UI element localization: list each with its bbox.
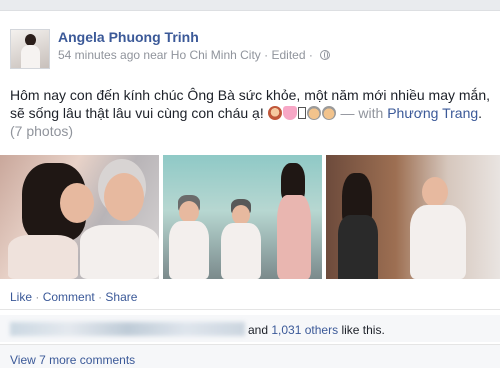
with-suffix: . — [478, 105, 483, 121]
likes-summary: and 1,031 others like this. — [248, 323, 385, 337]
like-button[interactable]: Like — [10, 290, 32, 304]
share-button[interactable]: Share — [105, 290, 137, 304]
photo-2-man-face — [179, 201, 199, 223]
photo-grid — [0, 155, 500, 279]
post-card: Angela Phuong Trinh 54 minutes ago near … — [0, 10, 500, 368]
location[interactable]: Ho Chi Minh City — [171, 48, 261, 62]
with-prefix: — with — [340, 105, 384, 121]
photo-1-woman-face — [60, 183, 94, 223]
old-man-emoji-icon — [321, 106, 336, 120]
avatar-body — [21, 45, 40, 68]
meta-separator-2: · — [308, 48, 313, 62]
photo-1[interactable] — [0, 155, 159, 279]
likes-others-link[interactable]: 1,031 others — [271, 323, 338, 337]
likes-and: and — [248, 323, 269, 337]
photo-3[interactable] — [326, 155, 500, 279]
girl-emoji-icon — [267, 106, 282, 120]
post-actions: Like · Comment · Share — [10, 290, 137, 304]
photo-2-grandma-shirt — [221, 223, 261, 279]
comment-button[interactable]: Comment — [43, 290, 95, 304]
photo-3-man-face — [422, 177, 448, 207]
photo-1-man-face — [104, 173, 144, 221]
view-more-comments-link[interactable]: View 7 more comments — [10, 353, 135, 367]
blurred-liker-names — [10, 322, 245, 336]
heart-emoji-icon — [282, 106, 297, 120]
globe-icon[interactable] — [320, 50, 331, 60]
action-separator-2: · — [98, 290, 103, 304]
photo-2[interactable] — [163, 155, 322, 279]
photo-2-grandma-face — [232, 205, 250, 225]
meta-separator: · — [264, 48, 269, 62]
post-meta: 54 minutes ago near Ho Chi Minh City · E… — [58, 48, 331, 62]
old-woman-emoji-icon — [306, 106, 321, 120]
timestamp[interactable]: 54 minutes ago — [58, 48, 140, 62]
tagged-friend-link[interactable]: Phương Trang — [387, 105, 478, 121]
unknown-glyph-icon — [297, 107, 306, 119]
comments-row: View 7 more comments — [0, 344, 500, 368]
location-prefix: near — [143, 48, 168, 62]
photo-2-man-shirt — [169, 221, 209, 279]
photo-1-man-shirt — [80, 225, 159, 279]
edited-label[interactable]: Edited — [272, 48, 306, 62]
photo-3-woman-outfit — [338, 215, 378, 279]
photo-3-man-shirt — [410, 205, 466, 279]
status-text: Hôm nay con đến kính chúc Ông Bà sức khỏ… — [10, 86, 492, 140]
action-separator: · — [35, 290, 40, 304]
divider — [0, 309, 500, 310]
author-name[interactable]: Angela Phuong Trinh — [58, 29, 199, 45]
likes-row: and 1,031 others like this. — [0, 315, 500, 342]
photos-count[interactable]: (7 photos) — [10, 123, 73, 139]
photo-1-woman-dress — [8, 235, 78, 279]
likes-suffix: like this. — [341, 323, 385, 337]
avatar[interactable] — [10, 29, 50, 69]
photo-2-woman-dress — [277, 195, 311, 279]
